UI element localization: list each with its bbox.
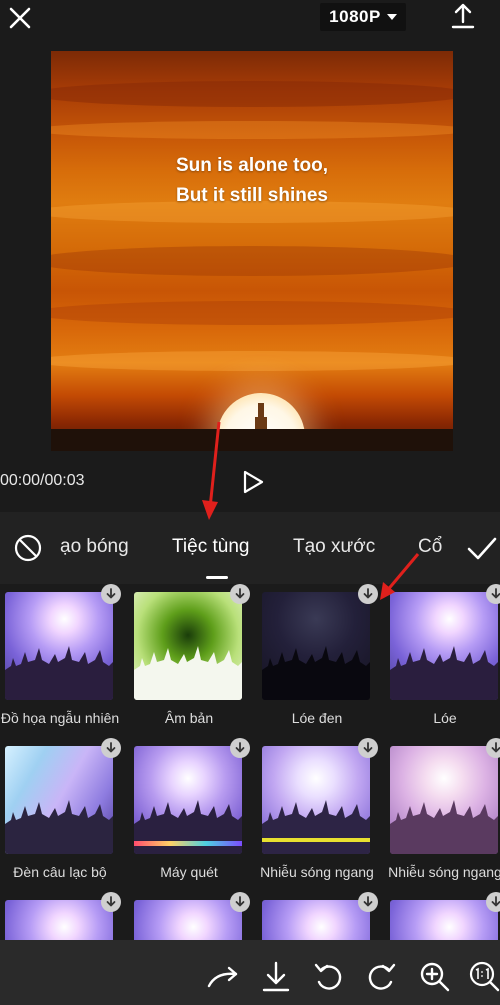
effect-item[interactable] — [134, 892, 250, 940]
download-badge-icon[interactable] — [101, 584, 121, 604]
redo-icon[interactable] — [364, 960, 398, 994]
effect-item[interactable]: Nhiễu sóng ngang — [388, 738, 500, 880]
crowd-silhouette — [262, 646, 370, 700]
effect-item[interactable] — [262, 892, 378, 940]
video-preview[interactable]: Sun is alone too, But it still shines — [51, 51, 453, 451]
caption-line-2: But it still shines — [175, 185, 329, 206]
zoom-in-icon[interactable] — [418, 960, 452, 994]
effect-item[interactable]: Âm bản — [134, 584, 250, 726]
redo-arrow-icon[interactable] — [206, 960, 240, 994]
tab-shadow[interactable]: ạo bóng — [60, 536, 129, 558]
effect-thumbnail — [390, 746, 498, 854]
effect-item[interactable]: Máy quét — [134, 738, 250, 880]
download-badge-icon[interactable] — [358, 892, 378, 912]
undo-icon[interactable] — [312, 960, 346, 994]
download-icon[interactable] — [259, 960, 293, 994]
crowd-silhouette — [390, 646, 498, 700]
confirm-check-icon[interactable] — [466, 534, 498, 564]
effect-item[interactable]: Đèn câu lạc bộ — [5, 738, 121, 880]
effect-item[interactable]: Nhiễu sóng ngang — [260, 738, 378, 880]
effect-thumbnail — [5, 746, 113, 854]
crowd-silhouette — [134, 646, 242, 700]
download-badge-icon[interactable] — [230, 584, 250, 604]
bottom-toolbar — [0, 940, 500, 1005]
effect-category-tabs: ạo bóng Tiệc tùng Tạo xước Cổ — [0, 512, 500, 584]
effect-item[interactable]: Lóe — [390, 584, 500, 726]
effect-thumbnail — [5, 900, 113, 940]
effect-thumbnail — [390, 900, 498, 940]
effect-thumbnail — [262, 592, 370, 700]
effect-label: Nhiễu sóng ngang — [388, 864, 500, 880]
scan-line — [134, 841, 242, 846]
crowd-silhouette — [5, 800, 113, 854]
download-badge-icon[interactable] — [101, 892, 121, 912]
effect-item[interactable] — [5, 892, 121, 940]
effect-thumbnail — [262, 900, 370, 940]
caret-down-icon — [386, 14, 397, 20]
export-icon[interactable] — [450, 2, 476, 30]
aspect-ratio-icon[interactable] — [468, 960, 500, 994]
horizon — [51, 429, 453, 451]
download-badge-icon[interactable] — [358, 738, 378, 758]
download-badge-icon[interactable] — [101, 738, 121, 758]
annotation-arrow — [202, 421, 221, 520]
download-badge-icon[interactable] — [230, 892, 250, 912]
download-badge-icon[interactable] — [358, 584, 378, 604]
caption-line-1: Sun is alone too, — [175, 155, 328, 176]
effect-item[interactable]: Đồ họa ngẫu nhiên — [1, 584, 121, 726]
playback-time: 00:00/00:03 — [0, 472, 85, 489]
effect-grid: Đồ họa ngẫu nhiên Âm bản Lóe đen Lóe Đèn câu… — [0, 584, 500, 940]
effect-label: Lóe — [433, 710, 457, 726]
download-badge-icon[interactable] — [230, 738, 250, 758]
crowd-silhouette — [390, 800, 498, 854]
effect-thumbnail — [262, 746, 370, 854]
effect-thumbnail — [5, 592, 113, 700]
download-badge-icon[interactable] — [486, 738, 500, 758]
top-bar: 1080P — [0, 0, 500, 40]
effect-thumbnail — [390, 592, 498, 700]
download-badge-icon[interactable] — [486, 892, 500, 912]
resolution-dropdown[interactable]: 1080P — [320, 3, 406, 31]
download-badge-icon[interactable] — [486, 584, 500, 604]
annotation-arrow — [380, 553, 420, 600]
effect-thumbnail — [134, 592, 242, 700]
active-tab-indicator — [206, 576, 228, 579]
play-icon[interactable] — [240, 468, 266, 496]
crowd-silhouette — [262, 800, 370, 854]
effect-item[interactable] — [390, 892, 500, 940]
tab-party[interactable]: Tiệc tùng — [172, 536, 249, 558]
no-effect-icon[interactable] — [12, 532, 44, 564]
effect-thumbnail — [134, 746, 242, 854]
effect-thumbnail — [134, 900, 242, 940]
resolution-label: 1080P — [329, 7, 381, 26]
effect-item[interactable]: Lóe đen — [262, 584, 378, 726]
tab-scratch[interactable]: Tạo xước — [293, 536, 375, 558]
close-icon[interactable] — [6, 4, 34, 32]
crowd-silhouette — [5, 646, 113, 700]
noise-line — [262, 838, 370, 842]
